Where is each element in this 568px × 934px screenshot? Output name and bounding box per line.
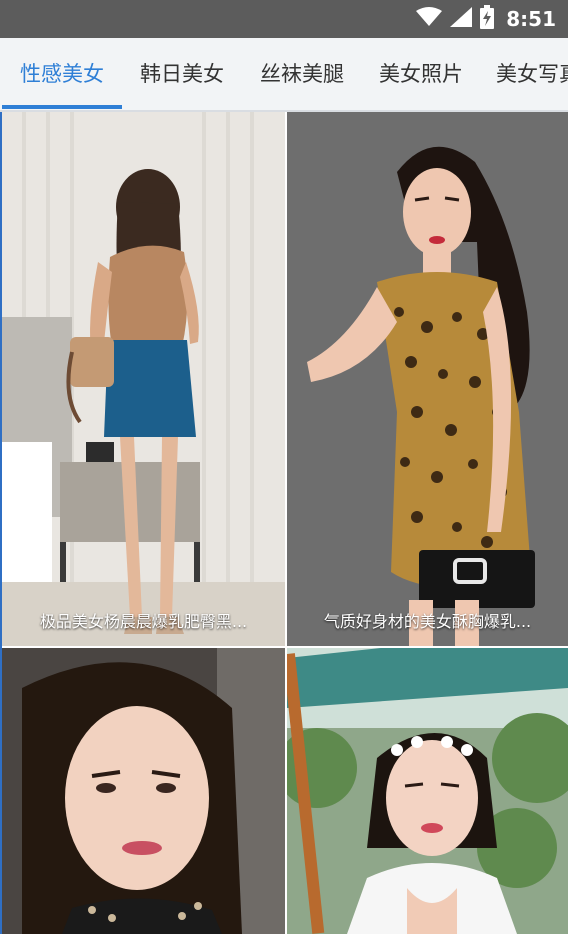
status-time: 8:51: [506, 7, 556, 31]
photo-caption: 气质好身材的美女酥胸爆乳...: [323, 612, 532, 631]
category-tab-bar: 性感美女 韩日美女 丝袜美腿 美女照片 美女写真: [0, 38, 568, 112]
tab-korean-japanese-beauty[interactable]: 韩日美女: [122, 38, 242, 110]
tab-beauty-portraits[interactable]: 美女写真: [484, 38, 568, 110]
photo-card[interactable]: 极品美女杨晨晨爆乳肥臀黑...: [2, 112, 285, 646]
tab-beauty-photos[interactable]: 美女照片: [362, 38, 480, 110]
photo-card[interactable]: [287, 648, 568, 934]
status-bar: 8:51: [0, 0, 568, 38]
wifi-icon: [416, 7, 443, 31]
battery-charging-icon: [480, 5, 495, 33]
photo-thumbnail: [287, 112, 568, 646]
active-tab-indicator: [2, 105, 122, 109]
left-edge-accent: [0, 112, 2, 934]
tab-stockings-legs[interactable]: 丝袜美腿: [242, 38, 362, 110]
photo-grid: 极品美女杨晨晨爆乳肥臀黑... 气质好身材的美女酥胸爆乳...: [0, 112, 568, 934]
signal-icon: [450, 7, 473, 31]
photo-card[interactable]: [2, 648, 285, 934]
status-icons: 8:51: [416, 0, 556, 38]
photo-thumbnail: [2, 112, 285, 646]
tab-sexy-beauty[interactable]: 性感美女: [2, 38, 122, 110]
photo-card[interactable]: 气质好身材的美女酥胸爆乳...: [287, 112, 568, 646]
photo-thumbnail: [2, 648, 285, 934]
photo-caption: 极品美女杨晨晨爆乳肥臀黑...: [39, 612, 248, 631]
photo-thumbnail: [287, 648, 568, 934]
